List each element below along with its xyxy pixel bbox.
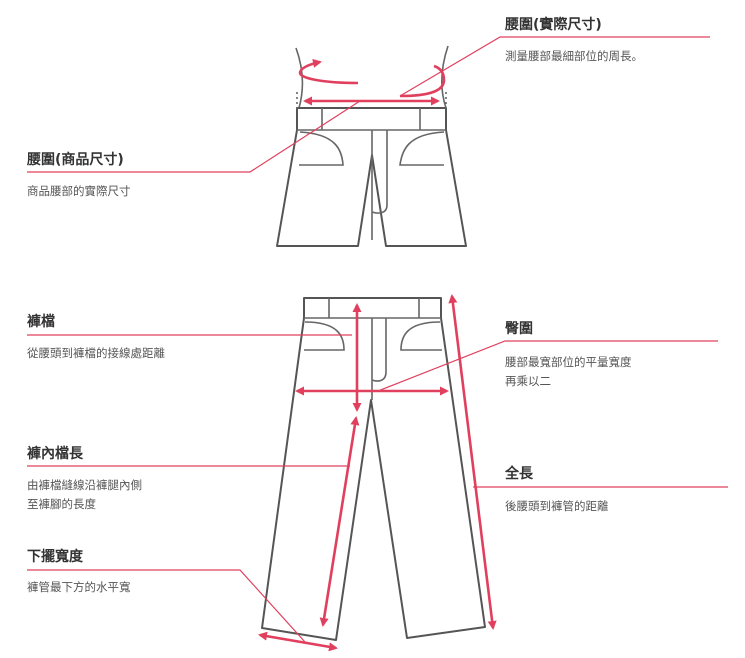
pants-figure xyxy=(258,294,497,652)
torso-outline xyxy=(295,45,449,109)
waist-product-title: 腰圍(商品尺寸) xyxy=(26,151,124,168)
hip-desc-line2: 再乘以二 xyxy=(505,374,551,388)
hip-title: 臀圍 xyxy=(505,321,533,337)
label-inseam: 褲內檔長 由褲檔縫線沿褲腿內側 至褲腳的長度 xyxy=(27,445,142,511)
label-hem-width: 下擺寬度 褲管最下方的水平寬 xyxy=(27,548,131,594)
inseam-desc-line1: 由褲檔縫線沿褲腿內側 xyxy=(27,478,142,492)
hem-width-title: 下擺寬度 xyxy=(27,548,84,565)
full-length-title: 全長 xyxy=(504,465,534,482)
label-waist-product: 腰圍(商品尺寸) 商品腰部的實際尺寸 xyxy=(26,151,131,198)
waist-actual-ellipse xyxy=(298,58,359,85)
rise-title: 褲檔 xyxy=(27,313,55,330)
label-full-length: 全長 後腰頭到褲管的距離 xyxy=(504,465,609,513)
pants-outline xyxy=(261,297,486,641)
hip-desc-line1: 腰部最寬部位的平量寬度 xyxy=(505,355,632,369)
inseam-desc-line2: 至褲腳的長度 xyxy=(27,497,96,511)
hem-width-desc: 褲管最下方的水平寬 xyxy=(27,580,131,594)
label-rise: 褲檔 從腰頭到褲檔的接線處距離 xyxy=(27,313,165,360)
full-length-desc: 後腰頭到褲管的距離 xyxy=(505,499,609,513)
label-waist-actual: 腰圍(實際尺寸) 測量腰部最細部位的周長。 xyxy=(504,16,643,63)
leader-waist-actual xyxy=(399,36,710,97)
rise-desc: 從腰頭到褲檔的接線處距離 xyxy=(27,346,165,360)
waist-product-desc: 商品腰部的實際尺寸 xyxy=(27,184,131,198)
pants-size-guide-diagram: 腰圍(實際尺寸) 測量腰部最細部位的周長。 腰圍(商品尺寸) 商品腰部的實際尺寸… xyxy=(26,16,728,652)
label-hip: 臀圍 腰部最寬部位的平量寬度 再乘以二 xyxy=(505,321,632,388)
inseam-title: 褲內檔長 xyxy=(27,445,84,462)
waist-actual-title: 腰圍(實際尺寸) xyxy=(504,16,602,33)
waist-actual-desc: 測量腰部最細部位的周長。 xyxy=(505,49,643,63)
waist-figure xyxy=(276,45,467,247)
